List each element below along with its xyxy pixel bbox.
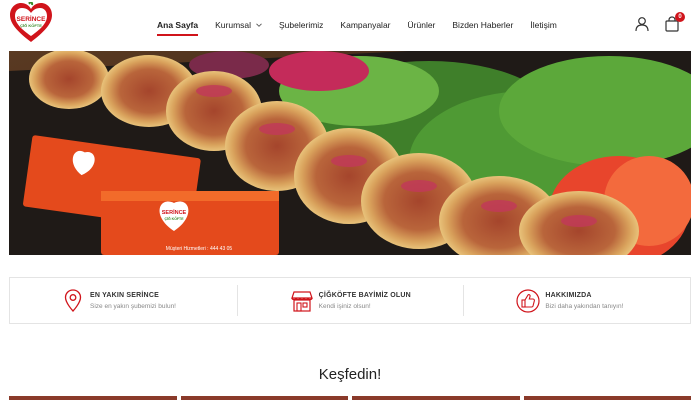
discover-card[interactable] (9, 396, 177, 400)
svg-text:SERİNCE: SERİNCE (162, 209, 187, 216)
nav-label: İletişim (530, 20, 557, 30)
discover-card[interactable] (352, 396, 520, 400)
feature-subtitle: Size en yakın şubemizi bulun! (90, 302, 176, 310)
nav-label: Kampanyalar (340, 20, 391, 30)
section-title-discover: Keşfedin! (318, 366, 382, 383)
map-pin-icon (64, 289, 82, 312)
feature-bar: EN YAKIN SERİNCE Size en yakın şubemizi … (9, 277, 691, 324)
nav-item-kurumsal[interactable]: Kurumsal (215, 0, 262, 50)
thumbs-up-icon (516, 289, 540, 313)
nav-item-subelerimiz[interactable]: Şubelerimiz (279, 0, 323, 50)
discover-card[interactable] (180, 396, 348, 400)
nav-item-kampanyalar[interactable]: Kampanyalar (340, 0, 390, 50)
nav-label: Kurumsal (215, 20, 252, 30)
cart-count-badge: 0 (675, 12, 685, 22)
svg-text:SERİNCE: SERİNCE (17, 15, 47, 23)
feature-text: ÇİĞKÖFTE BAYİMİZ OLUN Kendi işiniz olsun… (319, 292, 411, 310)
feature-text: EN YAKIN SERİNCE Size en yakın şubemizi … (90, 292, 176, 310)
store-icon (290, 291, 313, 312)
nav-label: Şubelerimiz (279, 20, 324, 30)
feature-title: EN YAKIN SERİNCE (90, 291, 159, 299)
shopping-bag-icon[interactable]: 0 (664, 12, 685, 32)
nav-item-urunler[interactable]: Ürünler (408, 0, 436, 50)
nav-item-ana-sayfa[interactable]: Ana Sayfa (157, 0, 199, 50)
nav-item-iletisim[interactable]: İletişim (530, 0, 556, 50)
site-header: SERİNCE ÇİĞ KÖFTE Ana Sayfa Kurumsal Şub… (0, 0, 700, 50)
main-nav: Ana Sayfa Kurumsal Şubelerimiz Kampanyal… (157, 0, 574, 50)
feature-nearest-branch[interactable]: EN YAKIN SERİNCE Size en yakın şubemizi … (10, 278, 237, 323)
discover-image-strip (9, 396, 691, 400)
discover-card[interactable] (523, 396, 691, 400)
hero-banner[interactable]: SERİNCE ÇİĞ KÖFTE Müşteri Hizmetleri : 4… (9, 51, 691, 255)
svg-text:ÇİĞ KÖFTE: ÇİĞ KÖFTE (20, 23, 42, 28)
nav-label: Bizden Haberler (452, 20, 514, 30)
feature-become-dealer[interactable]: ÇİĞKÖFTE BAYİMİZ OLUN Kendi işiniz olsun… (236, 278, 464, 323)
feature-title: HAKKIMIZDA (545, 291, 592, 299)
feature-title: ÇİĞKÖFTE BAYİMİZ OLUN (318, 291, 411, 299)
svg-text:Müşteri Hizmetleri : 444 43 05: Müşteri Hizmetleri : 444 43 05 (166, 246, 233, 252)
svg-text:ÇİĞ KÖFTE: ÇİĞ KÖFTE (164, 216, 184, 221)
feature-subtitle: Kendi işiniz olsun! (318, 302, 371, 310)
sauce-packet-front: SERİNCE ÇİĞ KÖFTE Müşteri Hizmetleri : 4… (101, 191, 279, 255)
nav-item-bizden-haberler[interactable]: Bizden Haberler (452, 0, 513, 50)
user-icon[interactable] (634, 16, 650, 32)
hero-food-image: SERİNCE ÇİĞ KÖFTE Müşteri Hizmetleri : 4… (9, 51, 691, 255)
feature-text: HAKKIMIZDA Bizi daha yakından tanıyın! (545, 292, 623, 310)
feature-about-us[interactable]: HAKKIMIZDA Bizi daha yakından tanıyın! (463, 278, 690, 323)
nav-label: Ana Sayfa (157, 20, 199, 30)
chevron-down-icon (256, 23, 262, 27)
header-actions: 0 (634, 12, 685, 32)
feature-subtitle: Bizi daha yakından tanıyın! (545, 302, 624, 310)
nav-label: Ürünler (407, 20, 436, 30)
brand-logo[interactable]: SERİNCE ÇİĞ KÖFTE (8, 0, 54, 44)
